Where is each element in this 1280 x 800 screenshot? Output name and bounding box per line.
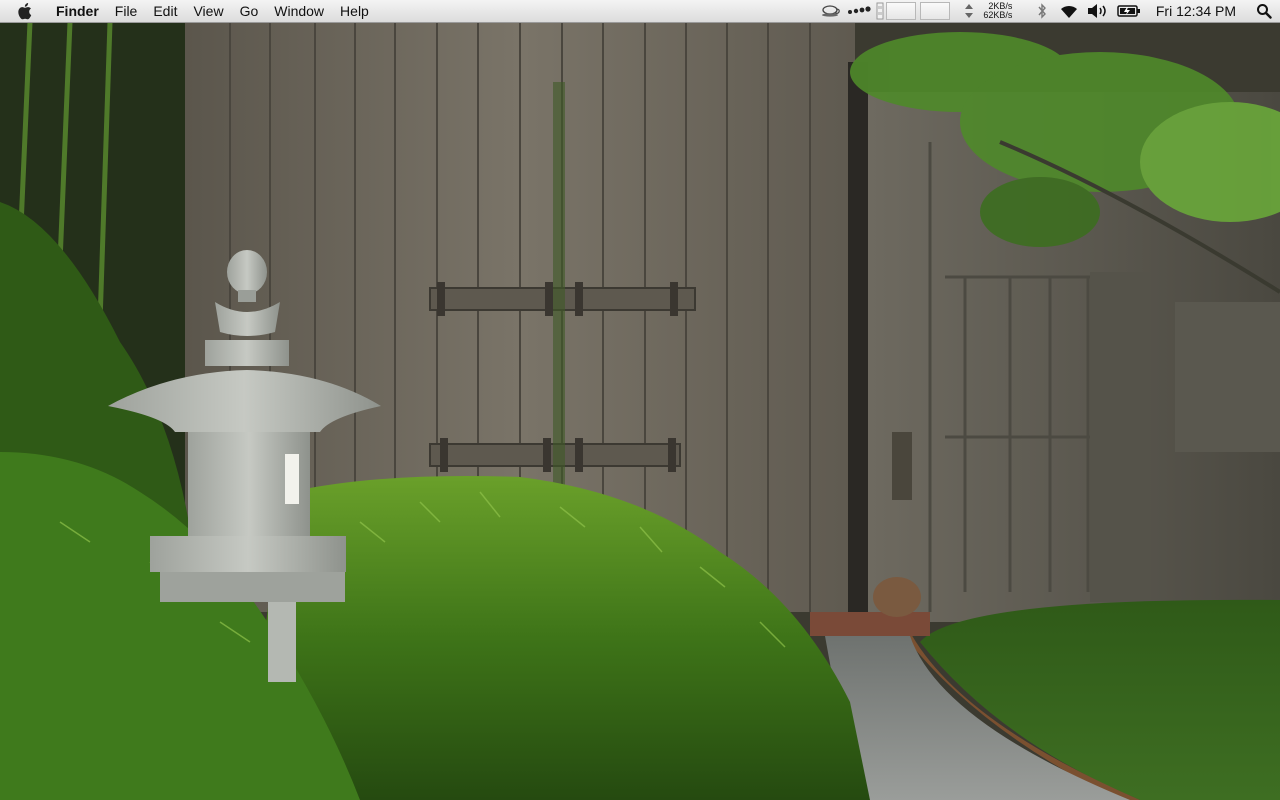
menu-go[interactable]: Go xyxy=(232,0,267,22)
desktop-wallpaper xyxy=(0,22,1280,800)
menu-view[interactable]: View xyxy=(185,0,231,22)
wallpaper-scene xyxy=(0,22,1280,800)
disk-meter-icon[interactable] xyxy=(874,0,886,22)
apple-icon[interactable] xyxy=(18,0,38,22)
menu-clock[interactable]: Fri 12:34 PM xyxy=(1156,3,1236,19)
menu-finder[interactable]: Finder xyxy=(48,0,107,22)
right-post xyxy=(1090,272,1150,602)
menu-extras: 2KB/s 62KB/s Fri 12:34 PM xyxy=(818,0,1280,22)
menu-file[interactable]: File xyxy=(107,0,146,22)
menu-bar: Finder File Edit View Go Window Help 2KB… xyxy=(0,0,1280,23)
menu-edit[interactable]: Edit xyxy=(145,0,185,22)
gate-gap xyxy=(553,82,565,502)
bluetooth-icon[interactable] xyxy=(1030,0,1054,22)
network-arrows-icon[interactable] xyxy=(960,0,978,22)
rock xyxy=(873,577,921,617)
battery-icon[interactable] xyxy=(1112,0,1146,22)
network-speed[interactable]: 2KB/s 62KB/s xyxy=(978,0,1018,22)
gate-post xyxy=(848,62,868,622)
dots-icon[interactable] xyxy=(844,0,874,22)
wifi-icon[interactable] xyxy=(1054,0,1084,22)
menu-bar-left: Finder File Edit View Go Window Help xyxy=(0,0,377,22)
brick-threshold xyxy=(810,612,930,636)
network-down-rate: 62KB/s xyxy=(983,10,1013,20)
spotlight-icon[interactable] xyxy=(1248,0,1280,22)
far-right-fence xyxy=(1175,302,1280,452)
cpu-meter-icon[interactable] xyxy=(885,2,916,20)
volume-icon[interactable] xyxy=(1084,0,1112,22)
menu-window[interactable]: Window xyxy=(266,0,332,22)
gate-latch xyxy=(892,432,912,500)
memory-meter-icon[interactable] xyxy=(919,2,950,20)
menu-help[interactable]: Help xyxy=(332,0,377,22)
coffee-cup-icon[interactable] xyxy=(818,0,844,22)
